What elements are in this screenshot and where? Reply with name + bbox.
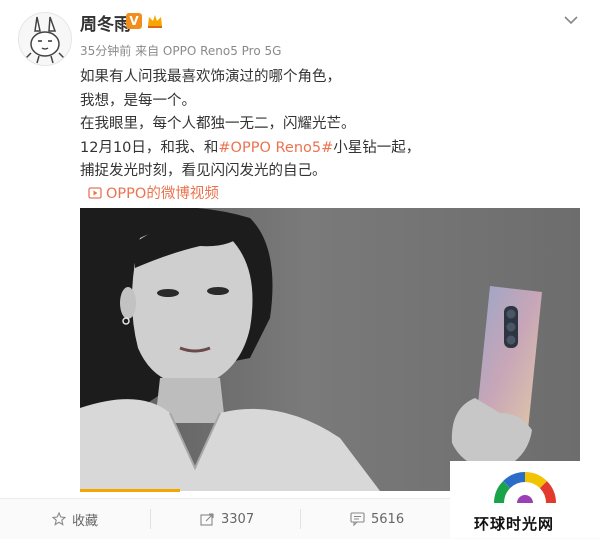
username[interactable]: 周冬雨 <box>80 10 131 35</box>
post-meta: 35分钟前 来自 OPPO Reno5 Pro 5G <box>80 44 282 58</box>
topic-link[interactable]: #OPPO Reno5# <box>218 140 333 156</box>
favorite-button[interactable]: 收藏 <box>52 499 98 539</box>
repost-button[interactable]: 3307 <box>200 499 254 539</box>
video-link[interactable]: OPPO的微博视频 <box>88 182 219 203</box>
weibo-post-card: 周冬雨 V 35分钟前 来自 OPPO Reno5 Pro 5G 如果有人问我最… <box>0 0 600 539</box>
post-line: 我想，是每一个。 <box>80 92 196 109</box>
post-line: 在我眼里，每个人都独一无二，闪耀光芒。 <box>80 116 356 132</box>
star-icon <box>52 512 66 526</box>
avatar[interactable] <box>18 12 72 66</box>
site-watermark: 环球时光网 <box>450 461 600 538</box>
video-icon <box>88 186 102 199</box>
chevron-down-icon[interactable] <box>563 14 579 26</box>
video-progress-bar[interactable] <box>80 489 180 492</box>
post-line: 如果有人问我最喜欢饰演过的哪个角色， <box>80 69 341 85</box>
comment-icon <box>350 512 365 526</box>
post-text: 如果有人问我最喜欢饰演过的哪个角色， 我想，是每一个。 在我眼里，每个人都独一无… <box>80 66 560 184</box>
comment-count: 5616 <box>371 511 405 527</box>
video-frame-image <box>80 208 580 491</box>
comment-button[interactable]: 5616 <box>350 499 404 539</box>
favorite-label: 收藏 <box>72 513 99 529</box>
rabbit-avatar-icon <box>19 13 71 65</box>
post-line-prefix: 12月10日，和我、和 <box>80 139 219 156</box>
repost-icon <box>200 513 214 526</box>
divider <box>150 509 151 529</box>
rainbow-logo-icon <box>493 471 557 504</box>
post-line: 捕捉发光时刻，看见闪闪发光的自己。 <box>80 163 327 179</box>
verified-badge-icon: V <box>126 13 142 29</box>
video-player[interactable] <box>80 208 580 491</box>
repost-count: 3307 <box>221 511 255 527</box>
video-link-label: OPPO的微博视频 <box>106 186 219 202</box>
member-crown-icon <box>148 15 162 28</box>
post-line: 12月10日，和我、和#OPPO Reno5#小星钻一起， <box>80 137 560 161</box>
post-line-suffix: 小星钻一起， <box>333 139 421 156</box>
divider <box>300 509 301 529</box>
watermark-text: 环球时光网 <box>474 515 555 533</box>
